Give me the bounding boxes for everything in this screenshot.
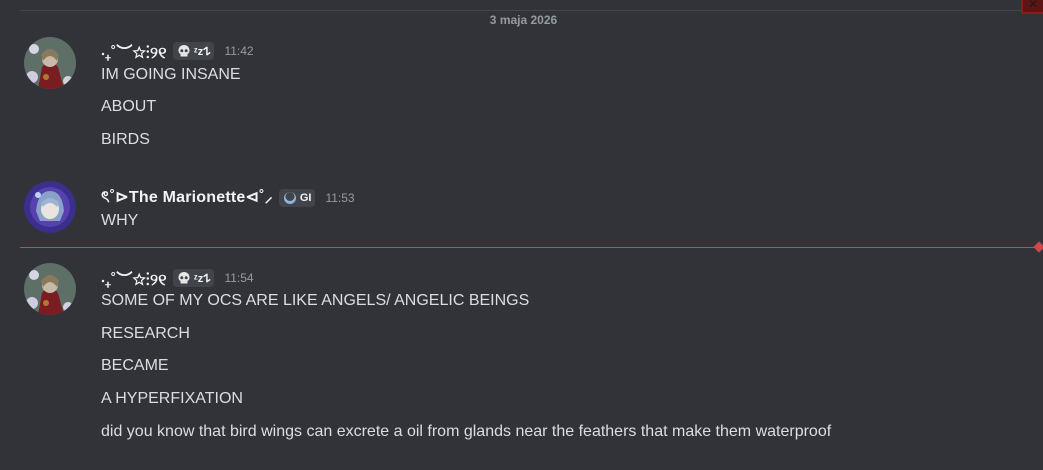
avatar[interactable] [24, 181, 76, 233]
message-line: A HYPERFIXATION [101, 390, 243, 407]
username[interactable]: ‧₊˚︶☆⋮୨୧ [101, 39, 167, 63]
username[interactable]: ৎ˚⊳The Marionette⊲˚⸝ [101, 184, 273, 211]
message-line: WHY [101, 212, 139, 229]
message-line: ABOUT [101, 98, 157, 115]
user-tag-badge[interactable]: ᶻz𐰁 [172, 269, 215, 287]
badge-text: GI [299, 191, 312, 204]
message-line: IM GOING INSANE [101, 66, 241, 83]
message-line: BIRDS [101, 131, 150, 148]
avatar[interactable] [24, 37, 76, 89]
date-divider: 3 maja 2026 [20, 10, 1027, 27]
message-line: did you know that bird wings can excrete… [101, 423, 832, 440]
date-divider-label: 3 maja 2026 [483, 13, 564, 27]
user-tag-badge[interactable]: ᶻz𐰁 [172, 42, 215, 60]
message-line: RESEARCH [101, 325, 190, 342]
timestamp[interactable]: 11:42 [224, 44, 253, 58]
message-line: SOME OF MY OCS ARE LIKE ANGELS/ ANGELIC … [101, 292, 530, 309]
new-messages-divider [20, 247, 1039, 248]
badge-text: ᶻz𐰁 [193, 45, 211, 58]
avatar[interactable] [24, 263, 76, 315]
username[interactable]: ‧₊˚︶☆⋮୨୧ [101, 266, 167, 290]
badge-text: ᶻz𐰁 [193, 272, 211, 285]
timestamp[interactable]: 11:54 [224, 271, 253, 285]
skull-icon [178, 45, 190, 57]
close-icon[interactable]: ✕ [1021, 0, 1043, 14]
timestamp[interactable]: 11:53 [325, 191, 354, 205]
user-tag-badge[interactable]: GI [278, 188, 316, 207]
crescent-moon-icon [283, 191, 296, 204]
message-line: BECAME [101, 357, 169, 374]
skull-icon [178, 272, 190, 284]
